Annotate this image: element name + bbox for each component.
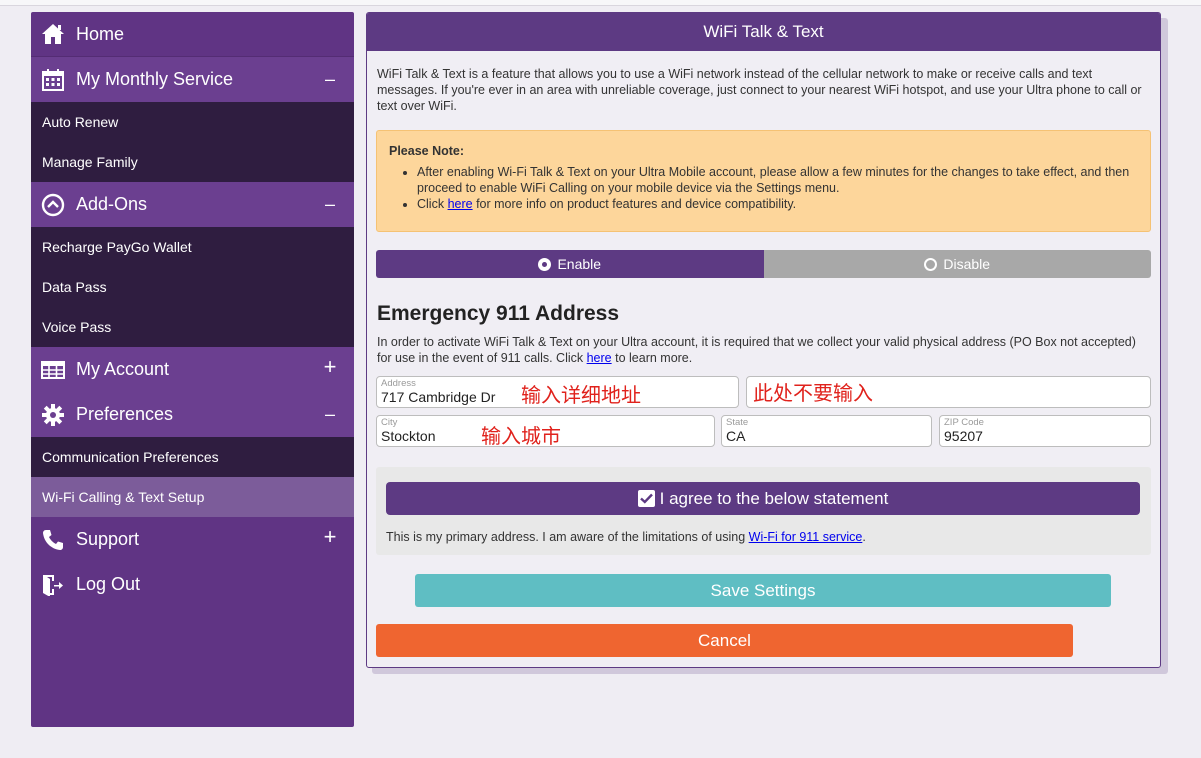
checkbox-checked-icon <box>637 490 655 507</box>
annotation-address: 输入详细地址 <box>521 383 641 407</box>
wifi-911-link[interactable]: Wi-Fi for 911 service <box>749 530 863 544</box>
logout-icon <box>41 573 65 597</box>
collapse-toggle[interactable]: – <box>320 193 340 217</box>
enable-label: Enable <box>557 256 602 272</box>
city-label: City <box>381 417 398 428</box>
home-icon <box>41 22 65 46</box>
city-value: Stockton <box>381 428 436 444</box>
emergency-text: to learn more. <box>611 351 693 365</box>
annotation-city: 输入城市 <box>481 424 561 448</box>
top-border <box>0 0 1201 6</box>
nav-logout-label: Log Out <box>76 574 141 594</box>
enable-option[interactable]: Enable <box>376 250 764 278</box>
collapse-toggle[interactable]: – <box>320 403 340 427</box>
sidebar-item-communication-preferences[interactable]: Communication Preferences <box>31 437 354 477</box>
nav-support[interactable]: Support + <box>31 517 354 562</box>
radio-selected-icon <box>538 257 552 271</box>
gear-icon <box>41 403 65 427</box>
nav-preferences-label: Preferences <box>76 404 174 424</box>
state-label: State <box>726 417 749 428</box>
nav-my-account-label: My Account <box>76 359 170 379</box>
nav-addons[interactable]: Add-Ons – <box>31 182 354 227</box>
note-text: for more info on product features and de… <box>472 197 797 211</box>
collapse-toggle[interactable]: – <box>320 68 340 92</box>
intro-text: WiFi Talk & Text is a feature that allow… <box>377 67 1142 113</box>
nav-addons-label: Add-Ons <box>76 194 148 214</box>
calendar-icon <box>41 68 65 92</box>
table-icon <box>41 358 65 382</box>
disable-option[interactable]: Disable <box>763 250 1151 278</box>
panel-title: WiFi Talk & Text <box>367 13 1160 51</box>
nav-monthly-service[interactable]: My Monthly Service – <box>31 57 354 102</box>
address-value: 717 Cambridge Dr <box>381 389 496 405</box>
note-text: Click <box>417 197 448 211</box>
nav-home-label: Home <box>76 23 125 44</box>
zip-field[interactable]: ZIP Code 95207 <box>939 415 1151 447</box>
note-here-link[interactable]: here <box>448 197 473 211</box>
cancel-button[interactable]: Cancel <box>376 624 1073 657</box>
disable-label: Disable <box>943 256 991 272</box>
nav-monthly-service-label: My Monthly Service <box>76 69 234 89</box>
state-value: CA <box>726 428 746 444</box>
agreement-text: This is my primary address. I am aware o… <box>386 530 866 544</box>
wifi-talk-text-panel: WiFi Talk & Text WiFi Talk & Text is a f… <box>366 12 1161 668</box>
agree-checkbox-button[interactable]: I agree to the below statement <box>386 482 1140 515</box>
zip-value: 95207 <box>944 428 983 444</box>
emergency-description: In order to activate WiFi Talk & Text on… <box>377 334 1147 366</box>
save-settings-button[interactable]: Save Settings <box>415 574 1111 607</box>
agreement-text-part: . <box>862 530 866 544</box>
expand-toggle[interactable]: + <box>320 356 340 380</box>
nav-preferences[interactable]: Preferences – <box>31 392 354 437</box>
sidebar-item-voice-pass[interactable]: Voice Pass <box>31 307 354 347</box>
sidebar-item-auto-renew[interactable]: Auto Renew <box>31 102 354 142</box>
nav-logout[interactable]: Log Out <box>31 562 354 607</box>
expand-toggle[interactable]: + <box>320 526 340 550</box>
sidebar-item-wifi-calling-setup[interactable]: Wi-Fi Calling & Text Setup <box>31 477 354 517</box>
note-bullet: Click here for more info on product feat… <box>417 196 1138 212</box>
address-label: Address <box>381 378 416 389</box>
chevron-up-circle-icon <box>41 193 65 217</box>
zip-label: ZIP Code <box>944 417 984 428</box>
sidebar: Home My Monthly Service – Auto Renew Man… <box>31 12 354 727</box>
emergency-text: In order to activate WiFi Talk & Text on… <box>377 335 1136 365</box>
learn-more-link[interactable]: here <box>587 351 612 365</box>
agreement-text-part: This is my primary address. I am aware o… <box>386 530 749 544</box>
sidebar-item-manage-family[interactable]: Manage Family <box>31 142 354 182</box>
radio-empty-icon <box>924 257 938 271</box>
annotation-address2: 此处不要输入 <box>753 381 873 405</box>
nav-support-label: Support <box>76 529 140 549</box>
note-title: Please Note: <box>389 144 465 158</box>
phone-icon <box>41 528 65 552</box>
enable-disable-toggle: Enable Disable <box>376 250 1151 278</box>
sidebar-item-recharge-paygo[interactable]: Recharge PayGo Wallet <box>31 227 354 267</box>
emergency-title: Emergency 911 Address <box>377 302 620 325</box>
nav-home[interactable]: Home <box>31 12 354 57</box>
agree-label: I agree to the below statement <box>659 488 889 508</box>
state-field[interactable]: State CA <box>721 415 932 447</box>
note-bullet: After enabling Wi-Fi Talk & Text on your… <box>417 164 1138 196</box>
agreement-box: I agree to the below statement This is m… <box>376 467 1151 555</box>
please-note-box: Please Note: After enabling Wi-Fi Talk &… <box>376 130 1151 232</box>
sidebar-item-data-pass[interactable]: Data Pass <box>31 267 354 307</box>
nav-my-account[interactable]: My Account + <box>31 347 354 392</box>
